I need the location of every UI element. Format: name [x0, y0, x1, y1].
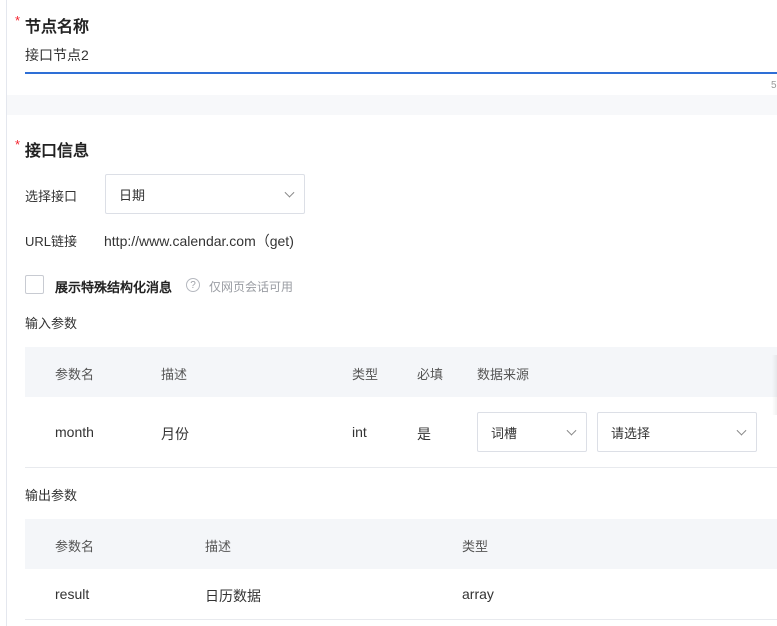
section-divider — [7, 95, 777, 115]
param-description: 月份 — [161, 426, 189, 442]
input-table-header: 参数名 描述 类型 必填 数据来源 — [25, 347, 777, 397]
scroll-shadow — [772, 355, 777, 415]
char-counter: 5 — [771, 80, 777, 91]
chevron-down-icon — [736, 425, 747, 436]
source-detail-placeholder: 请选择 — [611, 425, 651, 441]
param-type: int — [352, 424, 367, 440]
chevron-down-icon — [566, 425, 577, 436]
table-row: result 日历数据 array — [25, 569, 777, 620]
url-label: URL链接 — [25, 234, 78, 249]
help-icon[interactable]: ? — [186, 278, 200, 292]
col-type: 类型 — [462, 539, 489, 554]
input-params-title: 输入参数 — [25, 316, 78, 331]
source-type-value: 词槽 — [491, 425, 518, 441]
col-param-name: 参数名 — [55, 367, 95, 382]
param-name: month — [55, 424, 94, 440]
source-detail-select[interactable]: 请选择 — [597, 412, 757, 452]
required-mark: * — [15, 13, 21, 28]
col-description: 描述 — [161, 367, 188, 382]
interface-select[interactable]: 日期 — [105, 174, 305, 214]
interface-info-title: 接口信息 — [25, 143, 90, 160]
node-name-title: 节点名称 — [25, 19, 90, 36]
node-name-input[interactable]: 接口节点2 — [25, 40, 777, 74]
table-row: month 月份 int 是 词槽 请选择 — [25, 397, 777, 468]
special-message-hint: 仅网页会话可用 — [209, 280, 294, 294]
special-message-checkbox[interactable] — [25, 275, 44, 294]
param-required: 是 — [417, 426, 431, 442]
required-mark: * — [15, 137, 21, 152]
col-data-source: 数据来源 — [477, 367, 530, 382]
param-type: array — [462, 586, 494, 602]
chevron-down-icon — [284, 187, 295, 198]
param-description: 日历数据 — [205, 588, 261, 604]
col-description: 描述 — [205, 539, 232, 554]
param-name: result — [55, 586, 90, 602]
url-value: http://www.calendar.com（get) — [104, 233, 294, 249]
special-message-label: 展示特殊结构化消息 — [55, 280, 173, 295]
col-param-name: 参数名 — [55, 539, 95, 554]
col-type: 类型 — [352, 367, 379, 382]
output-table-header: 参数名 描述 类型 — [25, 519, 777, 569]
select-interface-label: 选择接口 — [25, 189, 78, 204]
panel-left-border — [6, 0, 7, 626]
source-type-select[interactable]: 词槽 — [477, 412, 587, 452]
output-params-title: 输出参数 — [25, 488, 78, 503]
col-required: 必填 — [417, 367, 444, 382]
interface-select-value: 日期 — [119, 187, 146, 203]
